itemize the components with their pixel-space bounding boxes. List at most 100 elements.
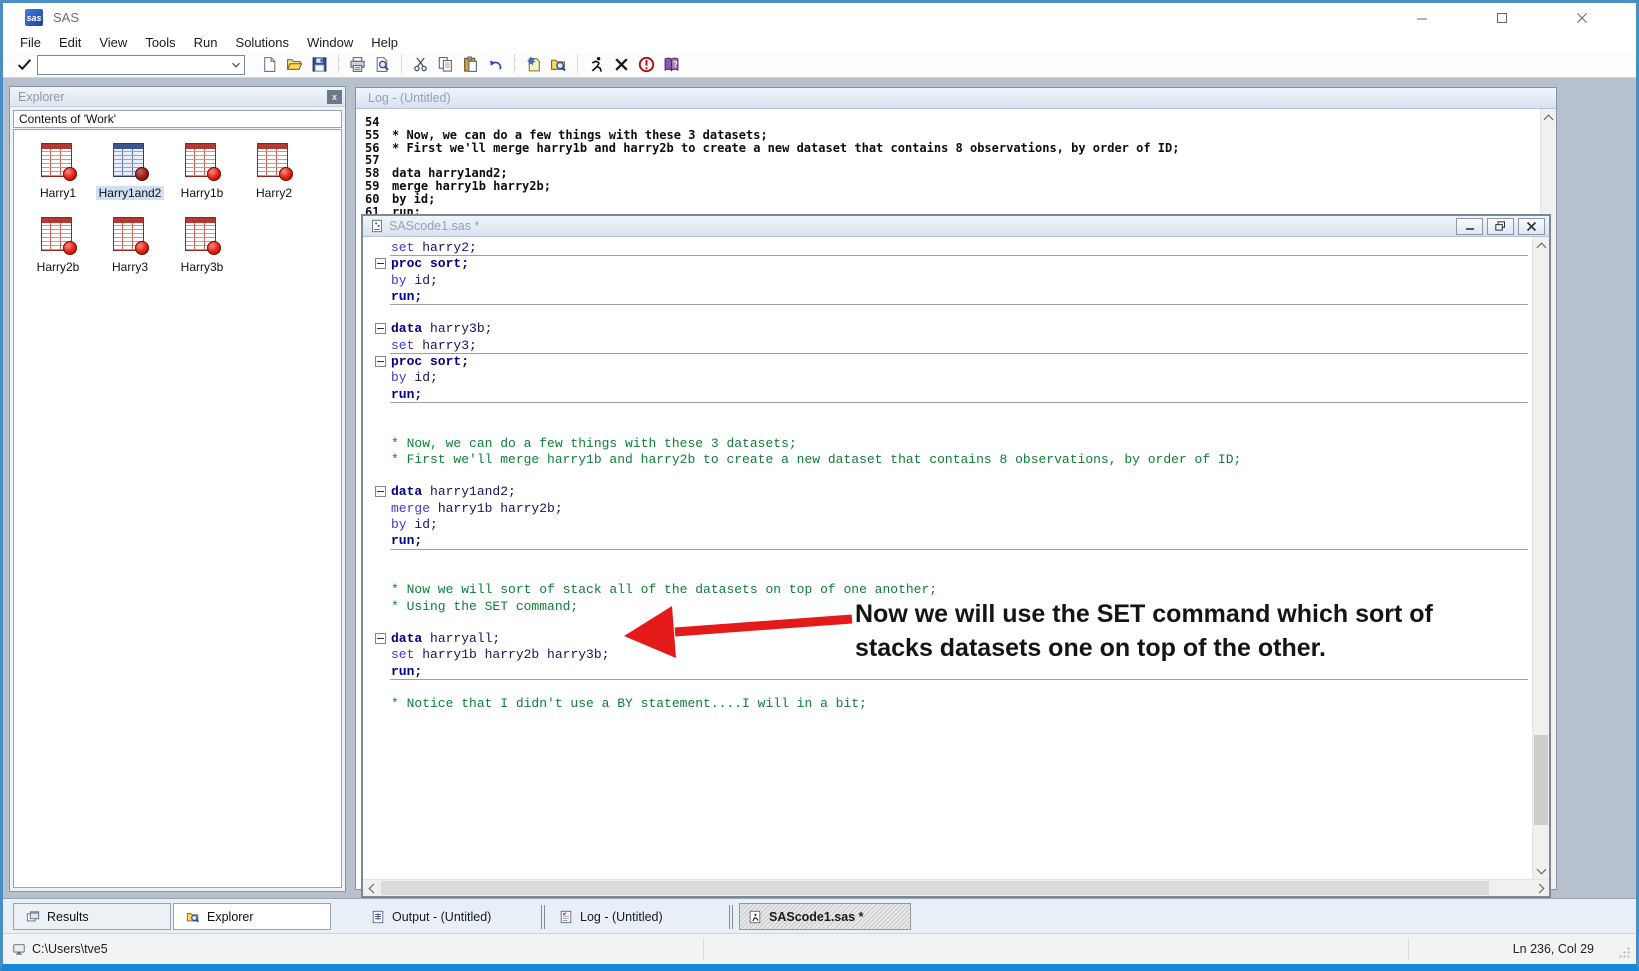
menu-edit[interactable]: Edit xyxy=(50,35,90,50)
dataset-item[interactable]: Harry2b xyxy=(22,216,94,276)
code-line: data harryall; xyxy=(363,631,1532,647)
explorer-button[interactable] xyxy=(546,54,571,76)
restore-icon xyxy=(1495,221,1506,232)
computer-icon xyxy=(12,942,26,956)
editor-close-button[interactable] xyxy=(1518,218,1545,235)
break-button[interactable] xyxy=(634,54,659,76)
results-tab[interactable]: Results xyxy=(13,903,171,930)
fold-minus-box[interactable] xyxy=(375,323,386,334)
undo-button[interactable] xyxy=(483,54,508,76)
resize-grip[interactable] xyxy=(1618,946,1631,959)
new-button[interactable] xyxy=(257,54,282,76)
dataset-label: Harry2 xyxy=(253,186,295,200)
toolbar-separator xyxy=(338,55,339,74)
window-tab-label: Log - (Untitled) xyxy=(580,910,663,924)
code-text: data harry1and2; xyxy=(391,484,516,499)
clear-all-button[interactable] xyxy=(609,54,634,76)
code-text: by id; xyxy=(391,370,438,385)
menu-run[interactable]: Run xyxy=(185,35,227,50)
dataset-item[interactable]: Harry1b xyxy=(166,142,238,202)
maximize-button[interactable] xyxy=(1462,4,1542,32)
editor-horizontal-scrollbar[interactable] xyxy=(363,879,1549,896)
dataset-item[interactable]: Harry1 xyxy=(22,142,94,202)
window-bar: Results Explorer Output - (Untitled) Log … xyxy=(3,898,1636,933)
toolbar-separator xyxy=(514,55,515,74)
log-line-text: * Now, we can do a few things with these… xyxy=(392,129,768,142)
new-library-button[interactable] xyxy=(521,54,546,76)
vertical-scroll-thumb[interactable] xyxy=(1534,735,1548,825)
window-tab-output[interactable]: Output - (Untitled) xyxy=(363,903,535,930)
log-line-text: * First we'll merge harry1b and harry2b … xyxy=(392,142,1179,155)
explorer-tab[interactable]: Explorer xyxy=(173,903,331,930)
editor-vertical-scrollbar[interactable] xyxy=(1532,237,1549,879)
code-text: * First we'll merge harry1b and harry2b … xyxy=(391,452,1241,467)
dataset-item[interactable]: Harry3b xyxy=(166,216,238,276)
fold-minus-box[interactable] xyxy=(375,356,386,367)
cut-button[interactable] xyxy=(408,54,433,76)
close-button[interactable] xyxy=(1542,4,1622,32)
new-library-icon xyxy=(525,56,542,73)
command-input[interactable] xyxy=(38,56,226,74)
menu-file[interactable]: File xyxy=(11,35,50,50)
open-button[interactable] xyxy=(282,54,307,76)
save-button[interactable] xyxy=(307,54,332,76)
mdi-area: Explorer x Contents of 'Work' Harry1Harr… xyxy=(3,78,1636,898)
fold-minus-box[interactable] xyxy=(375,633,386,644)
status-divider xyxy=(703,938,704,960)
toolbar-buttons xyxy=(257,54,684,76)
window-tab-log[interactable]: Log - (Untitled) xyxy=(551,903,723,930)
print-preview-button[interactable] xyxy=(370,54,395,76)
scroll-right-button[interactable] xyxy=(1532,880,1549,896)
print-button[interactable] xyxy=(345,54,370,76)
command-dropdown-button[interactable] xyxy=(227,56,244,74)
explorer-icon xyxy=(186,910,200,924)
scroll-up-button[interactable] xyxy=(1533,237,1549,254)
clear-all-icon xyxy=(613,56,630,73)
copy-button[interactable] xyxy=(433,54,458,76)
fold-minus-box[interactable] xyxy=(375,486,386,497)
dataset-label: Harry1and2 xyxy=(96,186,165,200)
dataset-item[interactable]: Harry2 xyxy=(238,142,310,202)
explorer-close-button[interactable]: x xyxy=(327,90,342,104)
code-line: * First we'll merge harry1b and harry2b … xyxy=(363,452,1532,468)
code-line: set harry3; xyxy=(363,338,1532,354)
editor-minimize-button[interactable] xyxy=(1456,218,1483,235)
command-run-button[interactable] xyxy=(11,54,37,76)
menu-solutions[interactable]: Solutions xyxy=(227,35,298,50)
submit-button[interactable] xyxy=(584,54,609,76)
code-text: by id; xyxy=(391,517,438,532)
window-tab-editor[interactable]: SAScode1.sas * xyxy=(739,903,911,930)
chevron-down-icon xyxy=(1536,864,1546,874)
editor-main: set harry2;proc sort;by id;run;data harr… xyxy=(363,237,1549,879)
status-divider xyxy=(1408,938,1409,960)
toolbar-separator xyxy=(401,55,402,74)
title-bar: sas SAS xyxy=(3,3,1636,32)
menu-window[interactable]: Window xyxy=(298,35,362,50)
help-button[interactable] xyxy=(659,54,684,76)
paste-button[interactable] xyxy=(458,54,483,76)
menu-view[interactable]: View xyxy=(90,35,136,50)
code-editor[interactable]: set harry2;proc sort;by id;run;data harr… xyxy=(363,237,1532,879)
dataset-item[interactable]: Harry1and2 xyxy=(94,142,166,202)
sas-app-icon: sas xyxy=(25,9,43,26)
fold-minus-box[interactable] xyxy=(375,258,386,269)
close-icon xyxy=(1526,221,1537,232)
dataset-table-icon xyxy=(181,142,223,182)
horizontal-scroll-thumb[interactable] xyxy=(381,881,1489,895)
dataset-item[interactable]: Harry3 xyxy=(94,216,166,276)
status-bar: C:\Users\tve5 Ln 236, Col 29 xyxy=(3,933,1636,964)
editor-restore-button[interactable] xyxy=(1487,218,1514,235)
open-icon xyxy=(286,56,303,73)
minimize-button[interactable] xyxy=(1382,4,1462,32)
tab-log-icon xyxy=(559,910,573,924)
menu-tools[interactable]: Tools xyxy=(136,35,184,50)
menu-bar: FileEditViewToolsRunSolutionsWindowHelp xyxy=(3,32,1636,52)
editor-title-bar: SAScode1.sas * xyxy=(363,216,1549,237)
menu-help[interactable]: Help xyxy=(362,35,407,50)
results-icon xyxy=(26,910,40,924)
code-line: by id; xyxy=(363,370,1532,386)
log-scroll-up-button[interactable] xyxy=(1541,109,1556,126)
scroll-left-button[interactable] xyxy=(363,880,380,896)
scroll-down-button[interactable] xyxy=(1533,862,1549,879)
log-line: 57 xyxy=(356,154,1556,167)
